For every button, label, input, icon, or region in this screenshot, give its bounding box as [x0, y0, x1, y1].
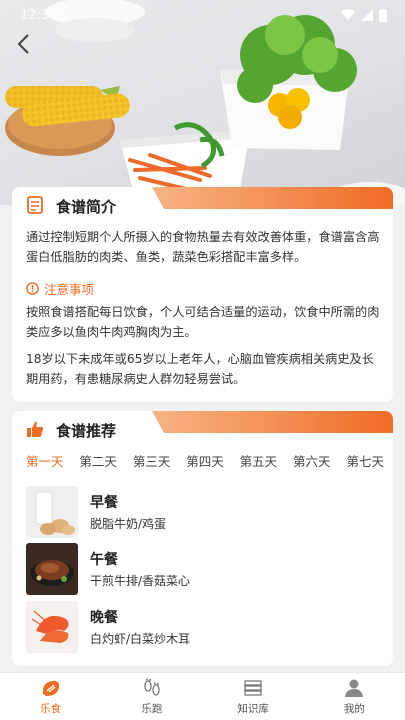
meal-name: 午餐	[90, 552, 118, 568]
tab-run[interactable]: 乐跑	[101, 673, 202, 720]
recipe-card-header: 食谱推荐	[12, 411, 393, 449]
books-icon	[244, 680, 262, 696]
back-button[interactable]	[10, 30, 36, 58]
meal-item-breakfast[interactable]: 早餐 脱脂牛奶/鸡蛋	[26, 486, 376, 538]
food-icon	[42, 680, 59, 696]
tab-label: 我的	[343, 703, 365, 715]
meal-description: 脱脂牛奶/鸡蛋	[90, 517, 167, 531]
wifi-icon	[341, 9, 355, 20]
milk-eggs-image	[26, 486, 78, 538]
warning-paragraph: 18岁以下未成年或65岁以上老年人，心脑血管疾病相关病史及长期用药，有患糖尿病史…	[26, 352, 374, 386]
chevron-left-icon	[17, 34, 29, 54]
status-time: 12:30	[20, 8, 58, 23]
intro-title: 食谱简介	[56, 198, 117, 216]
recipe-intro-card: 食谱简介 通过控制短期个人所摄入的食物热量去有效改善体重，食谱富含高蛋白低脂肪的…	[12, 187, 393, 402]
day-tab-5[interactable]: 第五天	[240, 451, 278, 473]
notice-paragraph: 按照食谱搭配每日饮食，个人可结合适量的运动，饮食中所需的肉类应多以鱼肉牛肉鸡胸肉…	[26, 305, 380, 339]
status-bar: 12:30	[0, 0, 405, 30]
day-tab-4[interactable]: 第四天	[186, 451, 224, 473]
hero-food-image: 12:30	[0, 0, 405, 205]
document-icon	[27, 196, 43, 214]
hero-illustration	[5, 0, 405, 205]
tab-label: 乐跑	[141, 703, 163, 715]
recipe-recommend-card: 食谱推荐 第一天 第二天 第三天 第四天 第五天 第六天 第七天 早餐 脱脂牛奶…	[12, 411, 393, 666]
tab-knowledge[interactable]: 知识库	[203, 673, 304, 720]
header-accent-tab	[152, 187, 393, 209]
header-accent-tab	[152, 411, 393, 433]
day-tab-3[interactable]: 第三天	[133, 451, 171, 473]
tab-food[interactable]: 乐食	[0, 673, 101, 720]
footprint-icon	[144, 678, 160, 696]
day-tabs: 第一天 第二天 第三天 第四天 第五天 第六天 第七天	[26, 451, 384, 473]
day-tab-6[interactable]: 第六天	[293, 451, 331, 473]
tab-mine[interactable]: 我的	[304, 673, 405, 720]
intro-card-header: 食谱简介	[12, 187, 393, 225]
battery-icon	[379, 9, 387, 22]
meal-name: 晚餐	[90, 610, 118, 626]
steak-image	[26, 543, 78, 595]
day-tab-1[interactable]: 第一天	[26, 451, 64, 473]
tab-label: 乐食	[40, 703, 62, 715]
meal-item-dinner[interactable]: 晚餐 白灼虾/白菜炒木耳	[26, 601, 376, 653]
meal-name: 早餐	[90, 495, 118, 511]
notice-heading: 注意事项	[26, 279, 94, 298]
tab-label: 知识库	[237, 703, 269, 715]
intro-paragraph: 通过控制短期个人所摄入的食物热量去有效改善体重，食谱富含高蛋白低脂肪的肉类、鱼类…	[26, 230, 380, 264]
day-tab-2[interactable]: 第二天	[79, 451, 117, 473]
signal-icon	[361, 9, 373, 21]
recipe-title: 食谱推荐	[56, 422, 117, 440]
meal-item-lunch[interactable]: 午餐 干煎牛排/香菇菜心	[26, 543, 376, 595]
bottom-tab-bar: 乐食 乐跑 知识库 我的	[0, 672, 405, 720]
meal-description: 白灼虾/白菜炒木耳	[90, 632, 191, 646]
meal-description: 干煎牛排/香菇菜心	[90, 574, 191, 588]
info-icon	[26, 282, 39, 295]
shrimp-image	[26, 601, 78, 653]
user-icon	[345, 679, 364, 697]
day-tab-7[interactable]: 第七天	[346, 451, 384, 473]
thumbs-up-icon	[27, 421, 44, 437]
status-icons	[341, 9, 387, 22]
notice-label: 注意事项	[44, 282, 95, 297]
